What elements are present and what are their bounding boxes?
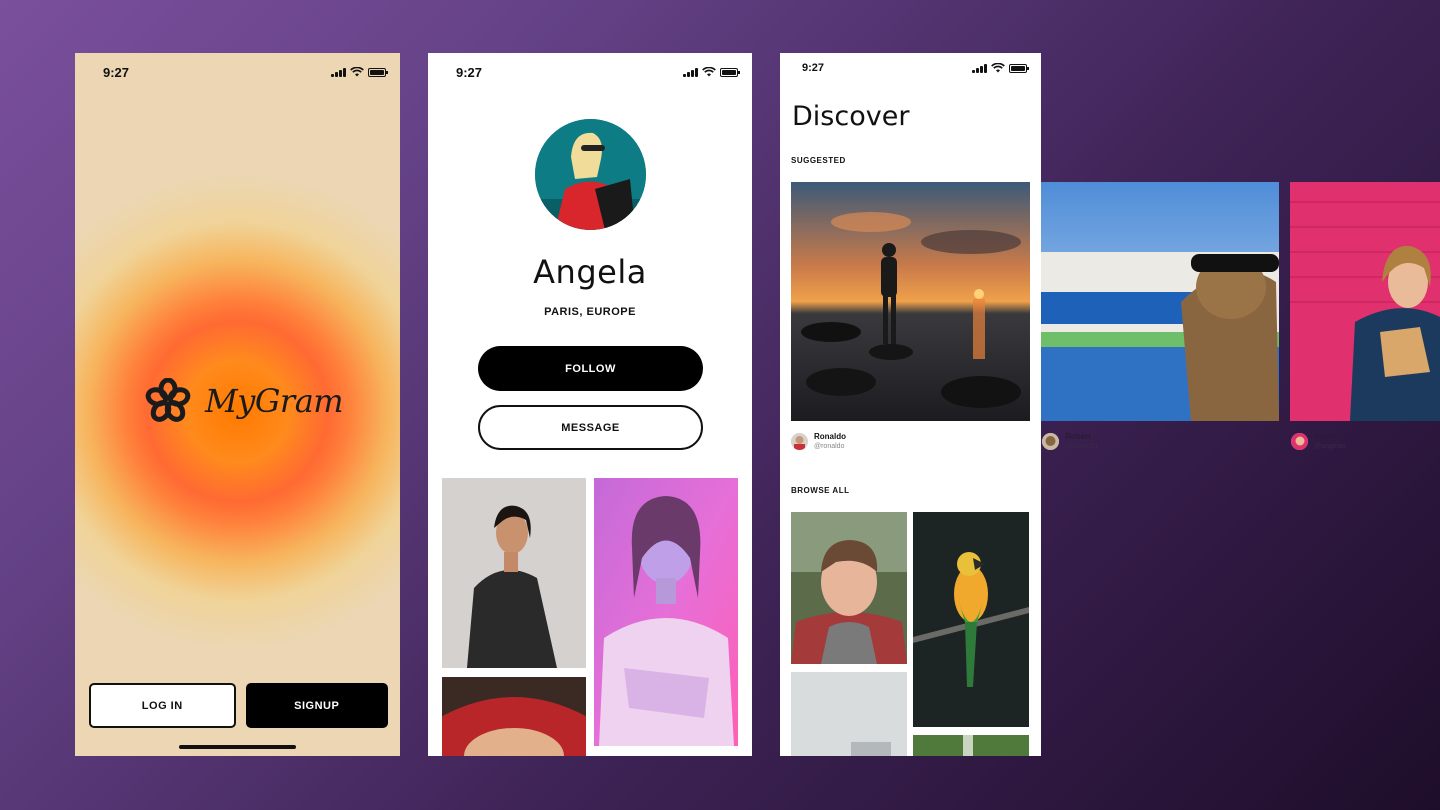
browse-photo[interactable] bbox=[791, 512, 907, 664]
gallery-photo[interactable] bbox=[442, 478, 586, 668]
app-name: MyGram bbox=[205, 382, 344, 420]
profile-name: Angela bbox=[533, 253, 647, 291]
status-bar: 9:27 bbox=[75, 53, 400, 91]
message-button[interactable]: MESSAGE bbox=[478, 405, 703, 450]
user-handle: @ronaldo bbox=[814, 443, 845, 450]
status-bar: 9:27 bbox=[428, 53, 752, 91]
suggested-photo[interactable] bbox=[1290, 182, 1440, 421]
signup-button[interactable]: SIGNUP bbox=[245, 683, 388, 728]
status-time: 9:27 bbox=[103, 64, 130, 80]
flower-logo-icon bbox=[145, 378, 191, 422]
avatar bbox=[1042, 433, 1059, 450]
gallery-photo[interactable] bbox=[594, 478, 738, 746]
suggested-user[interactable]: Angela @angelas bbox=[1291, 432, 1346, 451]
user-name: Ronaldo bbox=[814, 432, 846, 441]
wifi-icon bbox=[350, 67, 364, 77]
signal-icon bbox=[972, 63, 987, 73]
suggested-user[interactable]: Robert @robert21 bbox=[1042, 432, 1098, 451]
profile-location: PARIS, EUROPE bbox=[544, 306, 636, 318]
suggested-photo[interactable] bbox=[791, 182, 1030, 421]
browse-photo[interactable] bbox=[791, 672, 907, 756]
user-name: Robert bbox=[1065, 432, 1091, 441]
browse-all-heading: BROWSE ALL bbox=[791, 486, 850, 495]
status-time: 9:27 bbox=[802, 62, 825, 74]
battery-icon bbox=[368, 67, 388, 77]
browse-photo[interactable] bbox=[913, 735, 1029, 756]
avatar bbox=[791, 433, 808, 450]
follow-button[interactable]: FOLLOW bbox=[478, 346, 703, 391]
battery-icon bbox=[720, 67, 740, 77]
signal-icon bbox=[331, 67, 346, 77]
login-button[interactable]: LOG IN bbox=[89, 683, 236, 728]
avatar bbox=[1291, 433, 1308, 450]
welcome-screen: 9:27 MyGram LOG IN SIGNUP bbox=[75, 53, 400, 756]
suggested-photo[interactable] bbox=[1041, 182, 1279, 421]
suggested-user[interactable]: Ronaldo @ronaldo bbox=[791, 432, 846, 451]
gallery-photo[interactable] bbox=[442, 677, 586, 756]
home-indicator bbox=[179, 745, 296, 749]
wifi-icon bbox=[702, 67, 716, 77]
user-handle: @angelas bbox=[1314, 443, 1346, 450]
user-handle: @robert21 bbox=[1065, 443, 1099, 450]
signal-icon bbox=[683, 67, 698, 77]
status-time: 9:27 bbox=[456, 64, 483, 80]
browse-photo[interactable] bbox=[913, 512, 1029, 727]
app-logo: MyGram bbox=[145, 378, 344, 424]
page-title: Discover bbox=[792, 101, 910, 132]
wifi-icon bbox=[991, 63, 1005, 73]
status-bar: 9:27 bbox=[780, 53, 1041, 83]
discover-screen: 9:27 Discover SUGGESTED Ronaldo @ronaldo… bbox=[780, 53, 1041, 756]
battery-icon bbox=[1009, 63, 1029, 73]
suggested-heading: SUGGESTED bbox=[791, 156, 846, 165]
profile-avatar bbox=[535, 119, 646, 230]
profile-screen: 9:27 Angela PARIS, EUROPE FOLLOW MESSAGE bbox=[428, 53, 752, 756]
user-name: Angela bbox=[1314, 432, 1341, 441]
